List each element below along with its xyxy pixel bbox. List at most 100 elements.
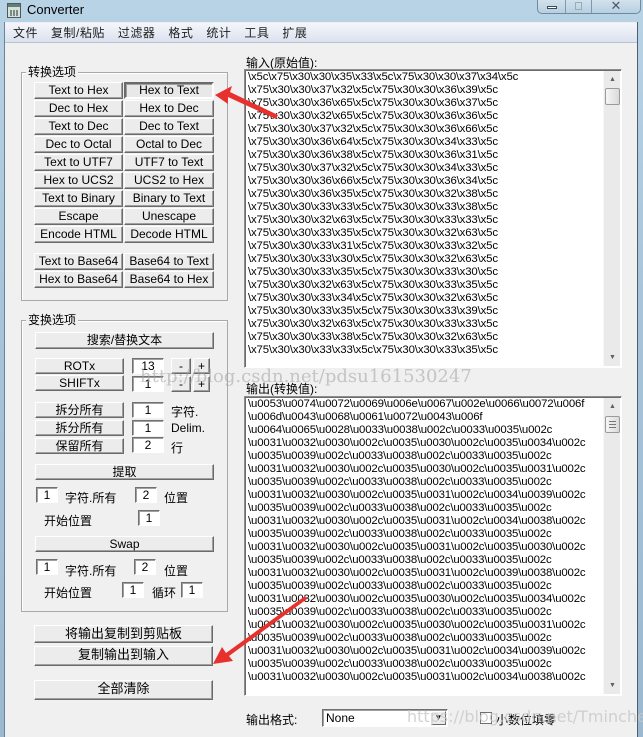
input-line: \x75\x30\x30\x33\x35\x5c\x75\x30\x30\x32…	[248, 227, 498, 239]
clear-all-button[interactable]: 全部清除	[34, 680, 213, 700]
output-line: \u0031\u0032\u0030\u002c\u0035\u0031\u00…	[248, 567, 586, 579]
input-line: \x75\x30\x30\x36\x38\x5c\x75\x30\x30\x36…	[248, 149, 498, 161]
text-to-hex-button[interactable]: Text to Hex	[34, 82, 123, 99]
split-delim-input[interactable]: 1	[132, 420, 164, 436]
swap-button[interactable]: Swap	[35, 536, 214, 552]
output-scroll-thumb[interactable]	[605, 416, 620, 433]
shift-plus-button[interactable]: +	[193, 376, 210, 392]
output-scrollbar[interactable]: ▲ ▼	[603, 398, 620, 694]
rot-plus-button[interactable]: +	[193, 358, 210, 374]
swap-loop-input[interactable]: 1	[181, 582, 203, 598]
scroll-up-icon[interactable]: ▲	[604, 71, 621, 88]
swap-position-label: 位置	[164, 564, 189, 578]
extract-chars-input[interactable]: 1	[36, 487, 58, 503]
escape-button[interactable]: Escape	[34, 208, 123, 225]
close-button[interactable]: ✕	[592, 0, 640, 13]
rot-value-input[interactable]: 13	[132, 358, 164, 374]
output-format-label: 输出格式:	[246, 713, 298, 727]
output-line: \u0064\u0065\u0028\u0033\u0038\u002c\u00…	[248, 424, 553, 436]
extract-start-input[interactable]: 1	[138, 510, 160, 526]
menu-tools[interactable]: 工具	[244, 24, 269, 41]
chevron-down-icon[interactable]: ▼	[431, 711, 446, 725]
rot-minus-button[interactable]: -	[171, 358, 191, 374]
output-line: \u0035\u0039\u002c\u0033\u0038\u002c\u00…	[248, 528, 552, 540]
swap-position-input[interactable]: 2	[134, 559, 156, 575]
encode-html-button[interactable]: Encode HTML	[34, 226, 123, 243]
menu-filter[interactable]: 过滤器	[118, 24, 156, 41]
extract-position-input[interactable]: 2	[135, 487, 157, 503]
binary-to-text-button[interactable]: Binary to Text	[124, 190, 214, 207]
keep-lines-input[interactable]: 2	[132, 437, 164, 453]
input-line: \x75\x30\x30\x33\x35\x5c\x75\x30\x30\x33…	[248, 305, 498, 317]
swap-chars-input[interactable]: 1	[36, 559, 58, 575]
swap-start-input[interactable]: 1	[122, 582, 144, 598]
maximize-button[interactable]	[566, 0, 592, 13]
hex-to-ucs2-button[interactable]: Hex to UCS2	[34, 172, 123, 189]
input-scrollbar[interactable]: ▲ ▼	[603, 71, 620, 366]
text-to-dec-button[interactable]: Text to Dec	[34, 118, 123, 135]
output-line: \u0035\u0039\u002c\u0033\u0038\u002c\u00…	[248, 606, 552, 618]
decimal-pad-checkbox[interactable]	[480, 712, 492, 724]
copy-output-to-clipboard-button[interactable]: 将输出复制到剪贴板	[34, 625, 213, 643]
scroll-down-icon[interactable]: ▼	[604, 677, 621, 694]
input-line: \x75\x30\x30\x36\x66\x5c\x75\x30\x30\x36…	[248, 175, 498, 187]
hex-to-dec-button[interactable]: Hex to Dec	[124, 100, 214, 117]
dec-to-octal-button[interactable]: Dec to Octal	[34, 136, 123, 153]
hex-to-text-button[interactable]: Hex to Text	[124, 82, 214, 99]
minimize-icon	[546, 5, 557, 9]
split-chars-input[interactable]: 1	[132, 402, 164, 418]
dec-to-text-button[interactable]: Dec to Text	[124, 118, 214, 135]
split-delim-button[interactable]: 拆分所有	[35, 420, 124, 436]
base64-to-hex-button[interactable]: Base64 to Hex	[124, 271, 214, 288]
unescape-button[interactable]: Unescape	[124, 208, 214, 225]
input-line: \x75\x30\x30\x36\x64\x5c\x75\x30\x30\x34…	[248, 136, 498, 148]
shift-button[interactable]: SHIFTx	[35, 375, 124, 391]
rot-button[interactable]: ROTx	[35, 358, 124, 374]
decimal-pad-label: 小数位填零	[496, 713, 557, 727]
split-delim-unit: Delim.	[171, 421, 206, 435]
ucs2-to-hex-button[interactable]: UCS2 to Hex	[124, 172, 214, 189]
text-to-binary-button[interactable]: Text to Binary	[34, 190, 123, 207]
input-scroll-thumb[interactable]	[605, 88, 620, 105]
output-format-select[interactable]: None ▼	[322, 709, 448, 727]
output-line: \u0031\u0032\u0030\u002c\u0035\u0031\u00…	[248, 645, 586, 657]
menu-bar: 文件 复制/粘贴 过滤器 格式 统计 工具 扩展	[5, 23, 637, 43]
input-line: \x75\x30\x30\x37\x32\x5c\x75\x30\x30\x36…	[248, 84, 498, 96]
split-chars-button[interactable]: 拆分所有	[35, 402, 124, 418]
menu-extensions[interactable]: 扩展	[282, 24, 307, 41]
swap-loop-label: 循环	[152, 586, 177, 600]
scroll-up-icon[interactable]: ▲	[604, 398, 621, 415]
text-to-base64-button[interactable]: Text to Base64	[34, 253, 123, 270]
output-line: \u0031\u0032\u0030\u002c\u0035\u0030\u00…	[248, 619, 586, 631]
minimize-button[interactable]	[538, 0, 566, 13]
hex-to-base64-button[interactable]: Hex to Base64	[34, 271, 123, 288]
menu-file[interactable]: 文件	[13, 24, 38, 41]
menu-copy-paste[interactable]: 复制/粘贴	[51, 24, 105, 41]
output-line: \u0031\u0032\u0030\u002c\u0035\u0031\u00…	[248, 515, 586, 527]
extract-button[interactable]: 提取	[35, 464, 214, 480]
input-textarea[interactable]: \x5c\x75\x30\x30\x35\x33\x5c\x75\x30\x30…	[244, 69, 622, 368]
scroll-down-icon[interactable]: ▼	[604, 349, 621, 366]
octal-to-dec-button[interactable]: Octal to Dec	[124, 136, 214, 153]
search-replace-button[interactable]: 搜索/替换文本	[35, 332, 214, 349]
window-title: Converter	[27, 2, 85, 17]
title-bar[interactable]: Converter ✕	[0, 0, 643, 22]
output-line: \u0035\u0039\u002c\u0033\u0038\u002c\u00…	[248, 658, 552, 670]
shift-minus-button[interactable]: -	[171, 376, 191, 392]
utf7-to-text-button[interactable]: UTF7 to Text	[124, 154, 214, 171]
menu-format[interactable]: 格式	[168, 24, 193, 41]
input-line: \x75\x30\x30\x33\x33\x5c\x75\x30\x30\x33…	[248, 201, 498, 213]
decode-html-button[interactable]: Decode HTML	[124, 226, 214, 243]
shift-value-input[interactable]: 1	[132, 376, 164, 392]
keep-lines-button[interactable]: 保留所有	[35, 438, 124, 454]
text-to-utf7-button[interactable]: Text to UTF7	[34, 154, 123, 171]
output-line: \u0035\u0039\u002c\u0033\u0038\u002c\u00…	[248, 580, 552, 592]
output-line: \u0035\u0039\u002c\u0033\u0038\u002c\u00…	[248, 554, 552, 566]
copy-output-to-input-button[interactable]: 复制输出到输入	[34, 646, 213, 666]
dec-to-hex-button[interactable]: Dec to Hex	[34, 100, 123, 117]
menu-stats[interactable]: 统计	[206, 24, 231, 41]
base64-to-text-button[interactable]: Base64 to Text	[124, 253, 214, 270]
input-text: \x5c\x75\x30\x30\x35\x33\x5c\x75\x30\x30…	[248, 71, 601, 357]
split-chars-unit: 字符.	[171, 405, 199, 419]
output-textarea[interactable]: \u0053\u0074\u0072\u0069\u006e\u0067\u00…	[244, 396, 622, 696]
